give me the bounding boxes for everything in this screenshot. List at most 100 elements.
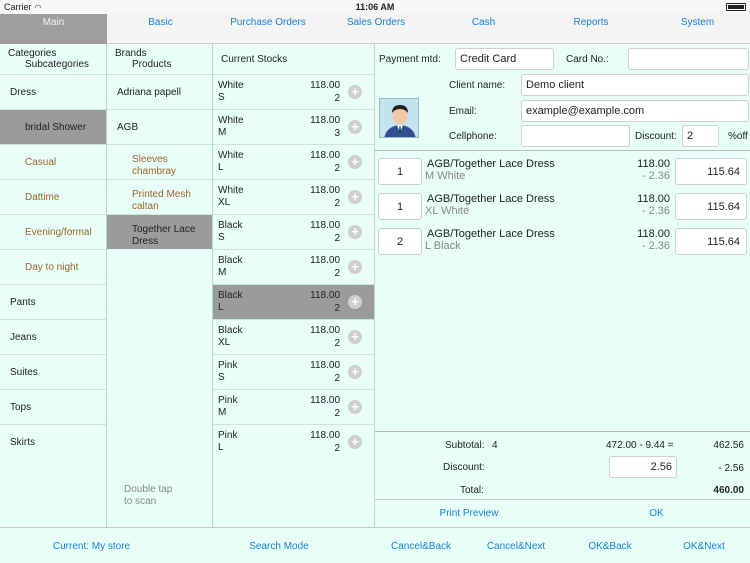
discount-amount-field[interactable]: 2.56 <box>609 456 677 478</box>
category-item[interactable]: Pants <box>0 284 106 319</box>
category-item[interactable]: Skirts <box>0 424 106 459</box>
stock-variant: Black XL <box>218 325 242 349</box>
stock-color: Pink <box>218 360 238 371</box>
category-item[interactable]: Dress <box>0 74 106 109</box>
stock-row[interactable]: Black S 118.00 2 + <box>213 214 374 249</box>
payment-method-field[interactable]: Credit Card <box>455 48 554 70</box>
stock-row[interactable]: White L 118.00 2 + <box>213 144 374 179</box>
tab-purchase-orders[interactable]: Purchase Orders <box>214 14 322 44</box>
stock-size: S <box>218 232 225 243</box>
cellphone-field[interactable] <box>521 125 630 147</box>
subcategory-item[interactable]: Casual <box>0 144 106 179</box>
order-qty-field[interactable]: 1 <box>378 158 422 185</box>
cancel-back-button[interactable]: Cancel&Back <box>375 541 467 552</box>
stock-qty: 2 <box>334 268 340 279</box>
order-qty-field[interactable]: 2 <box>378 228 422 255</box>
order-row[interactable]: 1 AGB/Together Lace Dress XL White 118.00- … <box>375 190 750 225</box>
stock-variant: White M <box>218 115 244 139</box>
order-qty-field[interactable]: 1 <box>378 193 422 220</box>
order-line-total[interactable]: 115.64 <box>675 228 747 255</box>
subcategory-item[interactable]: Day to night <box>0 249 106 284</box>
client-name-label: Client name: <box>449 80 506 91</box>
stock-size: M <box>218 267 227 278</box>
client-name-field[interactable]: Demo client <box>521 74 749 96</box>
stock-variant: Black M <box>218 255 242 279</box>
brand-item[interactable]: AGB <box>107 109 212 144</box>
category-label: Suites <box>10 367 38 378</box>
scan-hint-line2: to scan <box>124 496 157 507</box>
subcategory-item[interactable]: Evening/formal <box>0 214 106 249</box>
category-item[interactable]: Jeans <box>0 319 106 354</box>
email-field[interactable]: example@example.com <box>521 100 749 122</box>
card-no-field[interactable] <box>628 48 749 70</box>
stock-size: S <box>218 372 225 383</box>
plus-icon[interactable]: + <box>348 120 362 134</box>
plus-icon[interactable]: + <box>348 260 362 274</box>
tab-cash[interactable]: Cash <box>430 14 537 44</box>
subcategory-item[interactable]: Dattime <box>0 179 106 214</box>
order-line-total[interactable]: 115.64 <box>675 193 747 220</box>
category-item[interactable]: Suites <box>0 354 106 389</box>
current-store-button[interactable]: Current: My store <box>20 541 163 552</box>
stock-color: White <box>218 150 244 161</box>
product-item[interactable]: Sleeves chambray <box>107 144 212 179</box>
product-item[interactable]: Printed Mesh caltan <box>107 179 212 214</box>
stock-price: 118.00 <box>310 290 340 301</box>
stock-row[interactable]: Black M 118.00 2 + <box>213 249 374 284</box>
plus-icon[interactable]: + <box>348 435 362 449</box>
tab-system[interactable]: System <box>645 14 750 44</box>
ok-button[interactable]: OK <box>563 508 750 519</box>
client-avatar[interactable] <box>379 98 419 138</box>
plus-icon[interactable]: + <box>348 330 362 344</box>
product-item[interactable]: Together Lace Dress <box>107 214 212 249</box>
discount-amount-value: - 2.56 <box>718 463 744 474</box>
stock-variant: Pink L <box>218 430 237 454</box>
plus-icon[interactable]: + <box>348 225 362 239</box>
stock-row[interactable]: Pink M 118.00 2 + <box>213 389 374 424</box>
stock-qty: 2 <box>334 373 340 384</box>
stock-row[interactable]: White S 118.00 2 + <box>213 74 374 109</box>
order-item-name: AGB/Together Lace Dress <box>427 158 555 170</box>
order-line-total[interactable]: 115.64 <box>675 158 747 185</box>
tab-main[interactable]: Main <box>0 14 107 44</box>
stock-variant: Black S <box>218 220 242 244</box>
brand-item[interactable]: Adriana papell <box>107 74 212 109</box>
cancel-next-button[interactable]: Cancel&Next <box>470 541 562 552</box>
order-item-discount: - 2.36 <box>641 170 670 182</box>
tab-basic[interactable]: Basic <box>107 14 214 44</box>
stock-row[interactable]: Black XL 118.00 2 + <box>213 319 374 354</box>
stock-row[interactable]: Pink L 118.00 2 + <box>213 424 374 459</box>
stock-row[interactable]: White M 118.00 3 + <box>213 109 374 144</box>
subcategory-item[interactable]: bridal Shower <box>0 109 106 144</box>
ok-back-button[interactable]: OK&Back <box>564 541 656 552</box>
stock-row[interactable]: Black L 118.00 2 + <box>213 284 374 319</box>
stock-variant: White XL <box>218 185 244 209</box>
stock-price: 118.00 <box>310 360 340 371</box>
stock-variant: White S <box>218 80 244 104</box>
plus-icon[interactable]: + <box>348 400 362 414</box>
order-item-price: 118.00 <box>637 193 670 205</box>
plus-icon[interactable]: + <box>348 155 362 169</box>
order-row[interactable]: 2 AGB/Together Lace Dress L Black 118.00- 2… <box>375 225 750 260</box>
stock-row[interactable]: White XL 118.00 2 + <box>213 179 374 214</box>
order-item-variant: XL White <box>425 205 470 217</box>
plus-icon[interactable]: + <box>348 190 362 204</box>
tab-sales-orders[interactable]: Sales Orders <box>322 14 430 44</box>
search-mode-button[interactable]: Search Mode <box>222 541 336 552</box>
stock-qty: 2 <box>334 408 340 419</box>
plus-icon[interactable]: + <box>348 85 362 99</box>
tab-reports[interactable]: Reports <box>537 14 645 44</box>
stock-price: 118.00 <box>310 395 340 406</box>
order-row[interactable]: 1 AGB/Together Lace Dress M White 118.00- 2… <box>375 155 750 190</box>
scan-hint[interactable]: Double tap to scan <box>124 484 172 508</box>
stock-price: 118.00 <box>310 430 340 441</box>
discount-percent-field[interactable]: 2 <box>682 125 719 147</box>
ok-next-button[interactable]: OK&Next <box>658 541 750 552</box>
category-item[interactable]: Tops <box>0 389 106 424</box>
plus-icon[interactable]: + <box>348 295 362 309</box>
stock-size: XL <box>218 337 231 348</box>
plus-icon[interactable]: + <box>348 365 362 379</box>
print-preview-button[interactable]: Print Preview <box>375 508 563 519</box>
stock-variant: Pink S <box>218 360 237 384</box>
stock-row[interactable]: Pink S 118.00 2 + <box>213 354 374 389</box>
